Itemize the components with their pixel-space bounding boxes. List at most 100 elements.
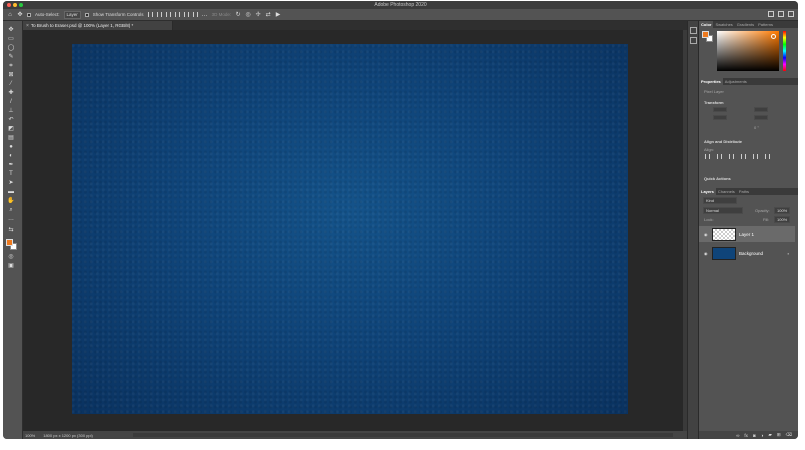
layer-name[interactable]: Background (739, 251, 763, 256)
auto-select-dropdown[interactable]: Layer (63, 10, 81, 19)
type-tool-icon[interactable]: T (7, 171, 15, 178)
align-section-title[interactable]: Align and Distribute (704, 139, 742, 144)
auto-select-checkbox[interactable] (27, 12, 31, 17)
tab-gradients[interactable]: Gradients (735, 21, 756, 28)
horizontal-scrollbar[interactable] (133, 433, 673, 437)
foreground-color-swatch[interactable] (6, 239, 13, 246)
transform-controls-checkbox[interactable] (84, 12, 89, 17)
slide-3d-icon[interactable]: ⇄ (265, 12, 271, 18)
delete-layer-icon[interactable]: ⌫ (786, 432, 792, 438)
rectangle-tool-icon[interactable]: ▬ (7, 189, 15, 196)
align-top-icon[interactable] (174, 12, 180, 17)
zoom-level[interactable]: 100% (25, 433, 35, 438)
eyedropper-tool-icon[interactable]: ⁄ (7, 81, 15, 88)
move-tool-icon[interactable]: ✥ (17, 12, 23, 18)
frame-tool-icon[interactable]: ⊠ (7, 72, 15, 79)
angle-value[interactable]: 0 ° (754, 125, 759, 130)
layer-filter-kind[interactable]: Kind (703, 197, 737, 204)
lasso-tool-icon[interactable]: ◯ (7, 45, 15, 52)
layer-row-background[interactable]: ◉ Background ▪ (699, 245, 795, 261)
tab-adjustments[interactable]: Adjustments (723, 78, 749, 85)
layer-row-layer-1[interactable]: ◉ Layer 1 (699, 226, 795, 242)
adjustment-layer-icon[interactable]: ◑ (761, 433, 764, 438)
more-tools-icon[interactable]: … (7, 216, 15, 223)
history-panel-icon[interactable] (690, 27, 697, 34)
align-left-edges-icon[interactable] (705, 154, 710, 159)
blur-tool-icon[interactable]: ● (7, 144, 15, 151)
color-picker-ring[interactable] (771, 34, 776, 39)
more-options-icon[interactable]: … (202, 12, 208, 18)
layer-name[interactable]: Layer 1 (739, 232, 754, 237)
quick-mask-icon[interactable]: ◎ (7, 254, 15, 261)
close-tab-icon[interactable]: × (26, 23, 29, 29)
tab-layers[interactable]: Layers (699, 188, 716, 195)
tab-paths[interactable]: Paths (737, 188, 751, 195)
video-icon[interactable]: ▶ (275, 12, 281, 18)
fill-field[interactable]: 100% (774, 216, 791, 223)
visibility-eye-icon[interactable]: ◉ (704, 232, 709, 237)
add-mask-icon[interactable]: ◙ (753, 433, 756, 438)
y-field[interactable] (754, 115, 768, 120)
align-bottom-icon[interactable] (192, 12, 198, 17)
color-field[interactable] (717, 31, 779, 71)
zoom-tool-icon[interactable]: ⌕ (7, 207, 15, 214)
align-left-icon[interactable] (147, 12, 153, 17)
auto-select-label: Auto-Select: (35, 12, 60, 17)
height-field[interactable] (713, 115, 727, 120)
link-layers-icon[interactable]: ∞ (736, 433, 739, 438)
width-field[interactable] (713, 107, 727, 112)
panel-foreground-swatch[interactable] (702, 31, 709, 38)
document-canvas[interactable] (72, 44, 628, 414)
align-right-icon[interactable] (165, 12, 171, 17)
blend-mode-dropdown[interactable]: Normal (703, 207, 743, 214)
brush-tool-icon[interactable]: / (7, 99, 15, 106)
document-tab[interactable]: × To Brush to Eraser.psd @ 100% (Layer 1… (23, 21, 173, 30)
quick-actions-title[interactable]: Quick Actions (704, 176, 731, 181)
opacity-field[interactable]: 100% (774, 207, 791, 214)
x-field[interactable] (754, 107, 768, 112)
tab-channels[interactable]: Channels (716, 188, 737, 195)
default-colors-icon[interactable]: ⇆ (7, 227, 15, 234)
tab-color[interactable]: Color (699, 21, 714, 28)
align-center-icon[interactable] (156, 12, 162, 17)
visibility-eye-icon[interactable]: ◉ (704, 251, 709, 256)
align-top-edges-icon[interactable] (741, 154, 746, 159)
title-bar: Adobe Photoshop 2020 (3, 1, 798, 9)
clone-stamp-tool-icon[interactable]: ⊥ (7, 108, 15, 115)
align-horizontal-centers-icon[interactable] (717, 154, 722, 159)
marquee-tool-icon[interactable]: ▭ (7, 36, 15, 43)
document-size[interactable]: 1800 px x 1200 px (300 ppi) (43, 433, 93, 438)
tab-patterns[interactable]: Patterns (756, 21, 775, 28)
healing-brush-tool-icon[interactable]: ✚ (7, 90, 15, 97)
drag-3d-icon[interactable]: ✢ (255, 12, 261, 18)
path-selection-tool-icon[interactable]: ➤ (7, 180, 15, 187)
dodge-tool-icon[interactable]: ◐ (7, 153, 15, 160)
properties-panel-icon[interactable] (690, 37, 697, 44)
transform-section-title[interactable]: Transform (704, 100, 724, 105)
hue-slider[interactable] (783, 31, 786, 71)
crop-tool-icon[interactable]: ⌗ (7, 63, 15, 70)
workspace-icon[interactable] (778, 11, 784, 17)
history-brush-tool-icon[interactable]: ↶ (7, 117, 15, 124)
quick-select-tool-icon[interactable]: ✎ (7, 54, 15, 61)
rotate-3d-icon[interactable]: ↻ (235, 12, 241, 18)
align-bottom-edges-icon[interactable] (765, 154, 770, 159)
share-icon[interactable] (788, 11, 794, 17)
new-group-icon[interactable]: ▰ (768, 432, 771, 438)
new-layer-icon[interactable]: ⊞ (777, 432, 781, 438)
screen-mode-icon[interactable]: ▣ (7, 263, 15, 270)
home-icon[interactable]: ⌂ (7, 12, 13, 18)
pen-tool-icon[interactable]: ✒ (7, 162, 15, 169)
roll-3d-icon[interactable]: ◎ (245, 12, 251, 18)
align-right-edges-icon[interactable] (729, 154, 734, 159)
hand-tool-icon[interactable]: ✋ (7, 198, 15, 205)
tab-properties[interactable]: Properties (699, 78, 723, 85)
layer-style-icon[interactable]: fx (744, 433, 748, 438)
align-middle-icon[interactable] (183, 12, 189, 17)
align-vertical-centers-icon[interactable] (753, 154, 758, 159)
eraser-tool-icon[interactable]: ◩ (7, 126, 15, 133)
search-icon[interactable] (768, 11, 774, 17)
tab-swatches[interactable]: Swatches (713, 21, 734, 28)
move-tool-icon[interactable]: ✥ (7, 27, 15, 34)
gradient-tool-icon[interactable]: ▤ (7, 135, 15, 142)
